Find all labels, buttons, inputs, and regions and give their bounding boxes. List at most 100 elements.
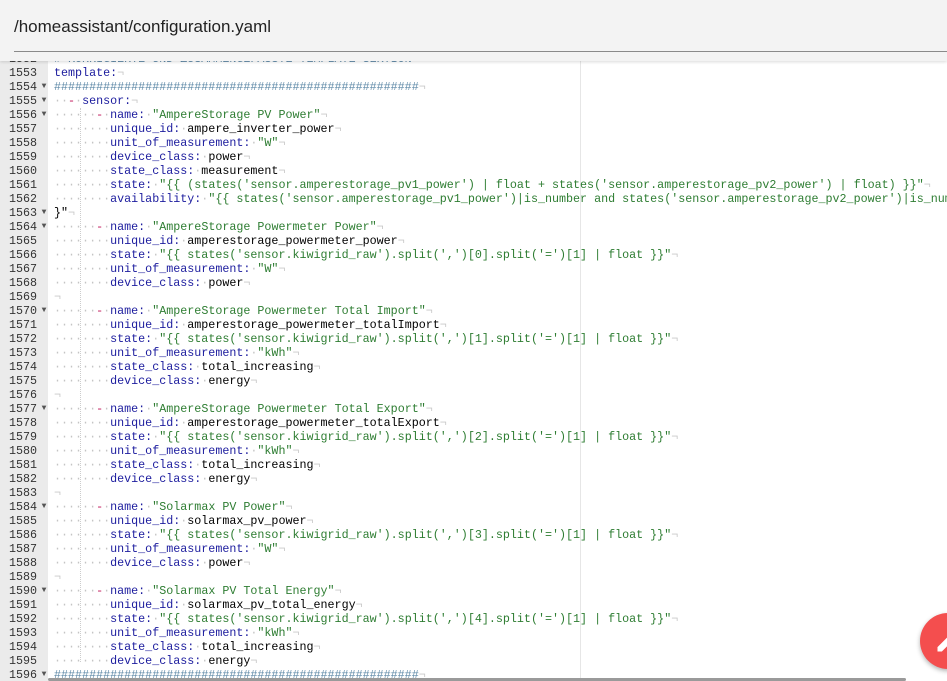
line-number: 1572 [8,332,37,346]
yaml-key: unit_of_measurement: [110,262,251,276]
indent: ·· [54,94,69,108]
indent: ········ [54,458,111,472]
indent: ········ [54,234,111,248]
line-number: 1563 [8,206,37,220]
line-text: ········state:·"{{ (states('sensor.amper… [54,178,931,192]
fold-toggle-icon[interactable]: ▼ [40,668,48,681]
line-number: 1582 [8,472,37,486]
indent: ········ [54,318,111,332]
fold-toggle-icon[interactable]: ▼ [40,304,48,318]
yaml-key: availability: [110,192,202,206]
yaml-key: device_class: [110,556,202,570]
yaml-value: solarmax_pv_power [187,514,307,528]
line-number: 1593 [8,626,37,640]
yaml-key: state: [110,528,153,542]
fold-toggle-icon[interactable]: ▼ [40,80,48,94]
line-number: 1569 [8,290,37,304]
indent: ········ [54,164,111,178]
yaml-key: unit_of_measurement: [110,346,251,360]
line-number: 1590 [8,584,37,598]
line-text: ········unique_id:·amperestorage_powerme… [54,416,447,430]
yaml-key: template: [54,66,118,80]
line-number: 1578 [8,416,37,430]
indent: ········ [54,122,111,136]
header-divider [14,51,947,52]
fold-toggle-icon[interactable]: ▼ [40,500,48,514]
yaml-value: }" [54,206,69,220]
line-number: 1586 [8,528,37,542]
yaml-value: solarmax_pv_total_energy [187,598,356,612]
indent: ········ [54,332,111,346]
yaml-key: state_class: [110,360,195,374]
indent: ······ [54,402,97,416]
indent: ········ [54,598,111,612]
print-margin [580,61,581,681]
indent: ········ [54,654,111,668]
line-text: ········unique_id:·amperestorage_powerme… [54,234,405,248]
indent: ········ [54,626,111,640]
line-text: ········unit_of_measurement:·"W" [54,136,285,150]
line-number: 1553 [8,66,37,80]
line-number: 1565 [8,234,37,248]
code-editor[interactable]: 1552# KORRIGIERTE UND ZUSAMMENGEFASSTE T… [0,61,947,681]
line-number: 1568 [8,276,37,290]
line-number: 1561 [8,178,37,192]
indent: ········ [54,276,111,290]
yaml-value: power [208,556,244,570]
indent: ········ [54,150,111,164]
yaml-string: "Solarmax PV Power" [152,500,286,514]
line-text: ······-·name:·"AmpereStorage Powermeter … [54,220,384,234]
line-number: 1554 [8,80,37,94]
fold-toggle-icon[interactable]: ▼ [40,206,48,220]
yaml-key: device_class: [110,654,202,668]
line-text: ········unit_of_measurement:·"W" [54,262,285,276]
line-text: ······-·name:·"AmpereStorage Powermeter … [54,402,433,416]
yaml-string: "{{ states('sensor.kiwigrid_raw').split(… [159,332,672,346]
line-text: ········unique_id:·ampere_inverter_power [54,122,342,136]
line-text: ········unit_of_measurement:·"kWh" [54,626,300,640]
yaml-key: name: [110,584,146,598]
line-text: ········state_class:·total_increasing [54,458,321,472]
yaml-string: "{{ states('sensor.kiwigrid_raw').split(… [159,612,672,626]
line-number: 1588 [8,556,37,570]
yaml-key: unique_id: [110,514,181,528]
yaml-string: "W" [257,262,279,276]
yaml-key: device_class: [110,276,202,290]
yaml-string: "W" [257,542,279,556]
yaml-string: "{{ states('sensor.kiwigrid_raw').split(… [159,430,672,444]
file-path-title: /homeassistant/configuration.yaml [14,17,272,36]
indent: ········ [54,192,111,206]
indent: ········ [54,640,111,654]
indent: ········ [54,416,111,430]
yaml-key: unit_of_measurement: [110,136,251,150]
indent: ········ [54,136,111,150]
yaml-value: energy [208,654,251,668]
line-number: 1567 [8,262,37,276]
indent: ······ [54,304,97,318]
yaml-key: state_class: [110,458,195,472]
yaml-key: unit_of_measurement: [110,444,251,458]
line-number: 1560 [8,164,37,178]
line-number: 1556 [8,108,37,122]
yaml-key: state_class: [110,164,195,178]
yaml-value: ampere_inverter_power [187,122,335,136]
yaml-value: amperestorage_powermeter_totalImport [187,318,440,332]
indent: ········ [54,262,111,276]
line-text [54,570,61,584]
fold-toggle-icon[interactable]: ▼ [40,220,48,234]
line-number: 1592 [8,612,37,626]
yaml-string: "kWh" [257,346,293,360]
line-number: 1577 [8,402,37,416]
fold-toggle-icon[interactable]: ▼ [40,584,48,598]
line-text: ········unique_id:·amperestorage_powerme… [54,318,447,332]
line-number: 1584 [8,500,37,514]
indent: ······ [54,108,97,122]
yaml-string: "kWh" [257,626,293,640]
line-number: 1562 [8,192,37,206]
line-text: ········unit_of_measurement:·"kWh" [54,444,300,458]
fold-toggle-icon[interactable]: ▼ [40,94,48,108]
fold-toggle-icon[interactable]: ▼ [40,402,48,416]
line-number: 1589 [8,570,37,584]
fold-toggle-icon[interactable]: ▼ [40,108,48,122]
line-text: ########################################… [54,80,426,94]
